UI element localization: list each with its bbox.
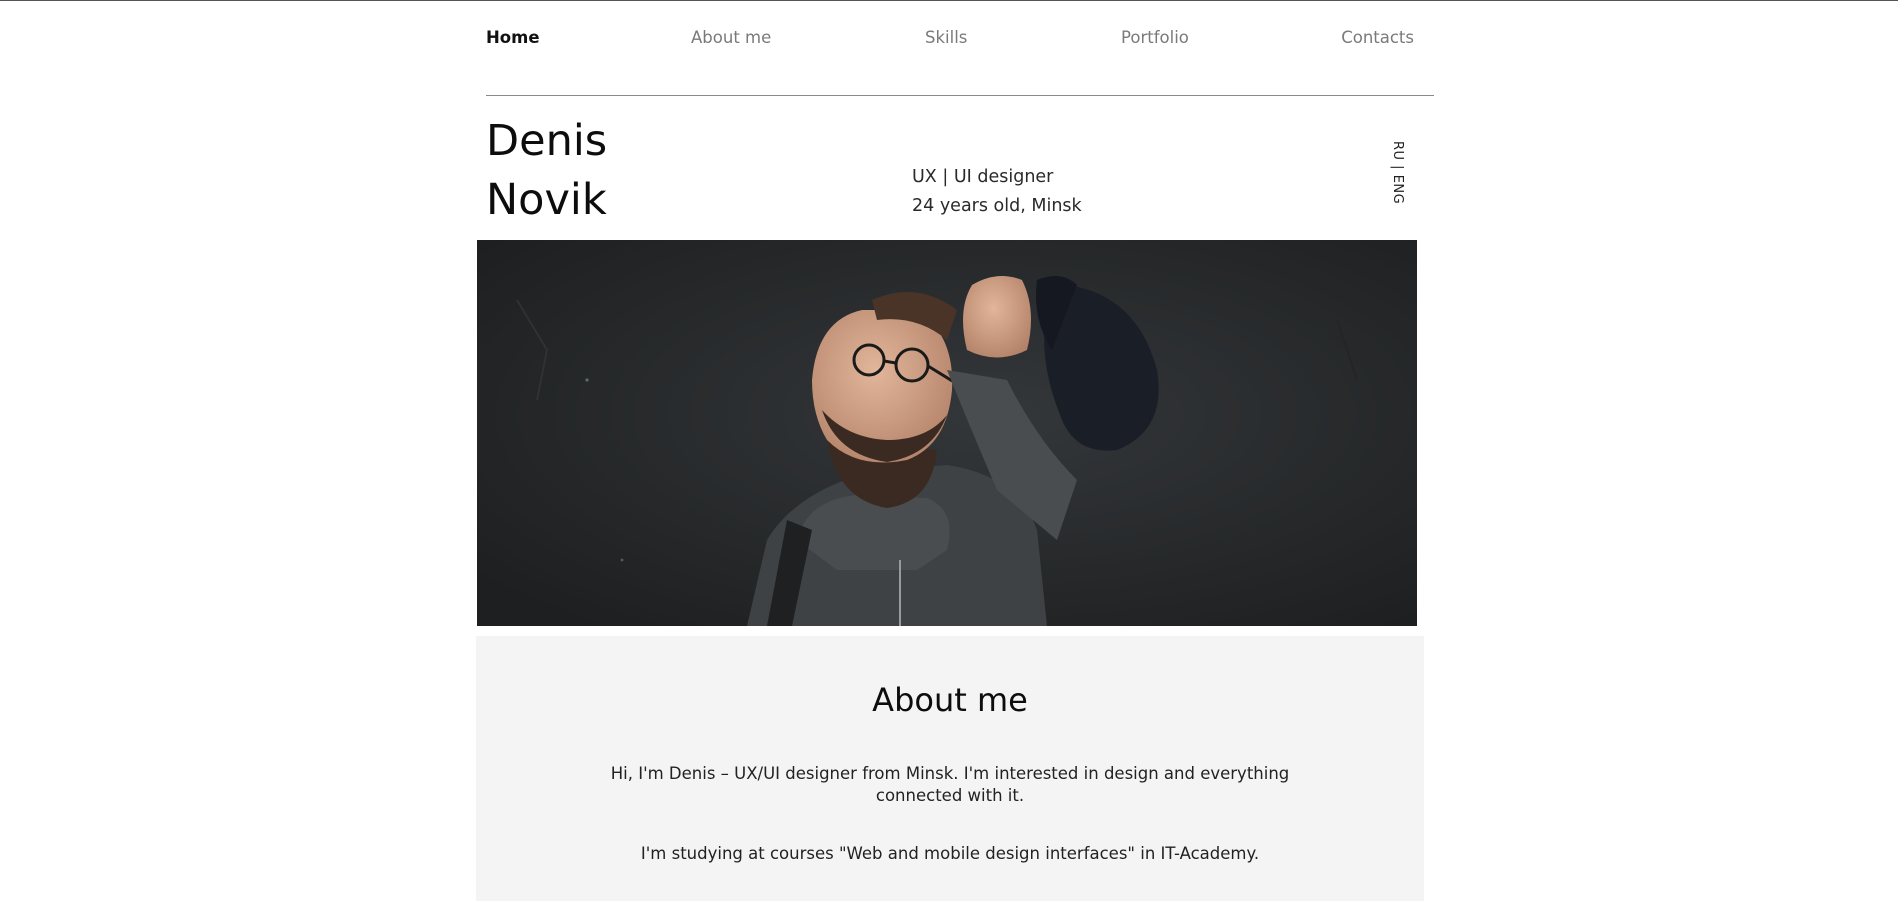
about-section: About me Hi, I'm Denis – UX/UI designer …	[476, 636, 1424, 901]
page-title: Denis Novik	[486, 112, 607, 230]
first-name: Denis	[486, 116, 608, 166]
nav-item-home[interactable]: Home	[486, 28, 540, 47]
nav-item-about-me[interactable]: About me	[691, 28, 771, 47]
job-title: UX | UI designer	[912, 167, 1054, 187]
nav-item-portfolio[interactable]: Portfolio	[1121, 28, 1189, 47]
age-location: 24 years old, Minsk	[912, 196, 1082, 216]
hero-portrait-photo	[477, 240, 1417, 626]
main-nav: Home About me Skills Portfolio Contacts	[486, 28, 1414, 52]
about-title: About me	[872, 681, 1028, 719]
nav-item-skills[interactable]: Skills	[925, 28, 967, 47]
portrait-photo	[477, 240, 1417, 626]
top-border	[0, 0, 1898, 1]
language-switch[interactable]: RU | ENG	[1390, 141, 1405, 204]
about-paragraph-1: Hi, I'm Denis – UX/UI designer from Mins…	[610, 764, 1290, 805]
profile-info: UX | UI designer 24 years old, Minsk	[912, 163, 1082, 221]
nav-item-contacts[interactable]: Contacts	[1341, 28, 1414, 47]
header-divider	[486, 95, 1434, 96]
about-paragraph-2: I'm studying at courses "Web and mobile …	[640, 844, 1260, 863]
last-name: Novik	[486, 175, 607, 225]
